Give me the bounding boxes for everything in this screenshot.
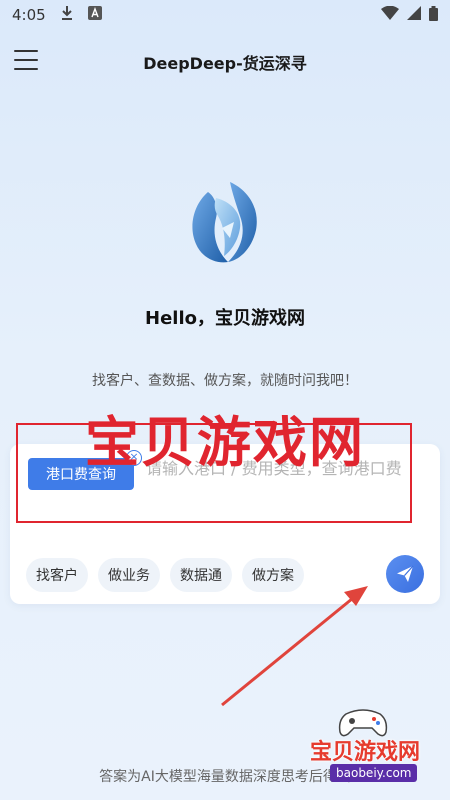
site-badge: 宝贝游戏网 baobeiy.com bbox=[290, 706, 440, 792]
app-logo-icon bbox=[186, 178, 266, 264]
a-notification-icon bbox=[87, 6, 102, 24]
app-title: DeepDeep-货运深寻 bbox=[143, 54, 307, 73]
quick-action-make-plan[interactable]: 做方案 bbox=[242, 558, 304, 592]
status-time: 4:05 bbox=[12, 6, 46, 24]
signal-icon bbox=[407, 6, 421, 24]
paper-plane-icon bbox=[397, 565, 414, 582]
selected-skill-tag[interactable]: 港口费查询 bbox=[28, 458, 134, 490]
download-icon bbox=[60, 5, 74, 25]
annotation-arrow bbox=[221, 586, 368, 707]
site-badge-name: 宝贝游戏网 bbox=[309, 739, 420, 765]
quick-actions: 找客户 做业务 数据通 做方案 bbox=[26, 558, 304, 592]
send-button[interactable] bbox=[386, 555, 424, 593]
close-icon[interactable]: × bbox=[126, 450, 142, 466]
quick-action-find-customers[interactable]: 找客户 bbox=[26, 558, 88, 592]
chat-composer: 港口费查询 × 找客户 做业务 数据通 做方案 bbox=[10, 444, 440, 604]
quick-action-data[interactable]: 数据通 bbox=[170, 558, 232, 592]
quick-action-do-business[interactable]: 做业务 bbox=[98, 558, 160, 592]
status-bar: 4:05 bbox=[0, 0, 450, 30]
greeting-subtitle: 找客户、查数据、做方案，就随时问我吧！ bbox=[92, 373, 358, 389]
site-badge-url: baobeiy.com bbox=[330, 764, 418, 782]
battery-icon bbox=[429, 5, 438, 25]
wifi-icon bbox=[381, 5, 399, 24]
app-header: DeepDeep-货运深寻 bbox=[0, 40, 450, 80]
prompt-input[interactable] bbox=[146, 456, 416, 516]
greeting-heading: Hello，宝贝游戏网 bbox=[145, 308, 305, 329]
